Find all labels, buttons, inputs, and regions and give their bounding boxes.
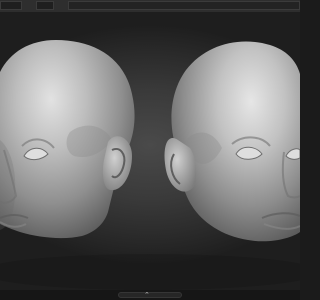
head-models-canvas[interactable] bbox=[0, 0, 300, 300]
floor-shadow bbox=[0, 254, 300, 290]
chevron-updown-icon[interactable]: ⌃ bbox=[144, 290, 150, 300]
head-sculpt-left[interactable] bbox=[0, 40, 135, 239]
head-sculpt-right[interactable] bbox=[164, 41, 301, 242]
sculpt-viewport[interactable]: ⌃ bbox=[0, 0, 300, 300]
resize-handle[interactable] bbox=[118, 292, 182, 298]
bottom-bar: ⌃ bbox=[0, 290, 300, 300]
